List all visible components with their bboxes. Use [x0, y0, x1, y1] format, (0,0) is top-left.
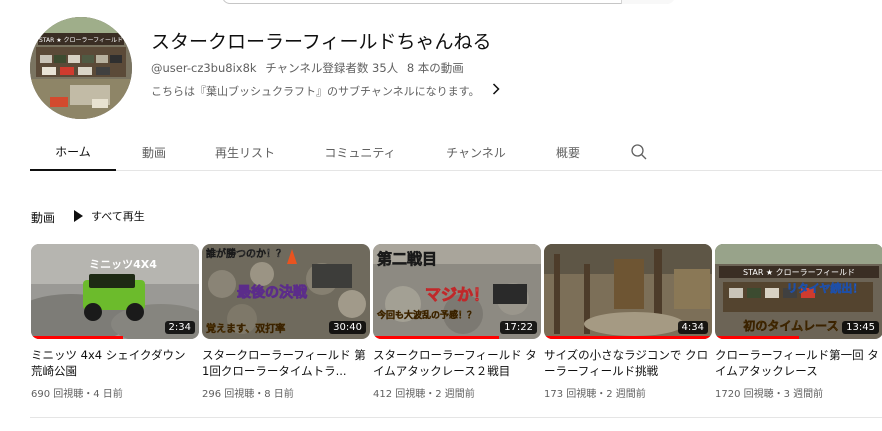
- search-bar[interactable]: [222, 0, 675, 4]
- thumbnail-caption: リタイヤ続出！: [787, 281, 864, 295]
- shelf-title: 動画: [31, 211, 56, 225]
- video-meta: 296 回視聴・8 日前: [202, 389, 294, 400]
- tab-videos[interactable]: 動画: [116, 133, 192, 171]
- video-meta: 173 回視聴・2 週間前: [544, 389, 646, 400]
- watch-progress: [715, 336, 799, 339]
- video-title[interactable]: スタークローラーフィールド タイムアタックレース２戦目: [373, 347, 541, 379]
- channel-handle: @user-cz3bu8ix8k: [151, 61, 257, 75]
- video-card[interactable]: ミニッツ4X4 2:34 ミニッツ 4x4 シェイクダウン 荒崎公園 690 回…: [31, 244, 199, 400]
- video-title[interactable]: サイズの小さなラジコンで クローラーフィールド挑戦: [544, 347, 712, 379]
- video-thumbnail[interactable]: STAR ★ クローラーフィールド リタイヤ続出！ 初のタイムレース 13:45: [715, 244, 882, 339]
- subscriber-count: チャンネル登録者数 35人: [265, 61, 399, 75]
- video-meta: 690 回視聴・4 日前: [31, 389, 123, 400]
- tab-home[interactable]: ホーム: [30, 133, 116, 171]
- thumbnail-caption: 初のタイムレース: [743, 318, 838, 333]
- thumbnail-caption: STAR ★ クローラーフィールド: [743, 268, 855, 277]
- video-meta: 1720 回視聴・3 週間前: [715, 389, 824, 400]
- thumbnail-caption: 覚えます、双打率: [206, 322, 285, 335]
- channel-avatar[interactable]: STAR ★ クローラーフィールド: [30, 17, 132, 119]
- video-thumbnail[interactable]: ミニッツ4X4 2:34: [31, 244, 199, 339]
- video-duration: 4:34: [677, 321, 708, 334]
- video-count: 8 本の動画: [406, 61, 464, 75]
- video-card[interactable]: 誰が勝つのか！？ 最後の決戦 覚えます、双打率 30:40 スタークローラーフィ…: [202, 244, 370, 400]
- tab-community[interactable]: コミュニティ: [298, 133, 422, 171]
- channel-description[interactable]: こちらは『葉山ブッシュクラフト』のサブチャンネルになります。: [151, 83, 500, 99]
- channel-description-text: こちらは『葉山ブッシュクラフト』のサブチャンネルになります。: [151, 85, 480, 98]
- video-title[interactable]: ミニッツ 4x4 シェイクダウン 荒崎公園: [31, 347, 199, 379]
- tab-channels[interactable]: チャンネル: [422, 133, 530, 171]
- video-title[interactable]: クローラーフィールド第一回 タイムアタックレース: [715, 347, 882, 379]
- thumbnail-caption: 誰が勝つのか！？: [206, 247, 286, 260]
- search-button[interactable]: [621, 0, 675, 4]
- tab-about[interactable]: 概要: [530, 133, 606, 171]
- search-icon[interactable]: [630, 143, 648, 161]
- avatar-banner-text: STAR ★ クローラーフィールド: [39, 37, 123, 44]
- video-thumbnail[interactable]: 第二戦目 マジか！ 今回も大波乱の予感！？ 17:22: [373, 244, 541, 339]
- video-duration: 13:45: [842, 321, 879, 334]
- play-icon: [74, 210, 83, 222]
- avatar-image: STAR ★ クローラーフィールド: [30, 17, 132, 119]
- thumbnail-caption: ミニッツ4X4: [89, 258, 157, 271]
- chevron-right-icon[interactable]: [492, 83, 500, 99]
- video-duration: 30:40: [329, 321, 366, 334]
- video-duration: 17:22: [500, 321, 537, 334]
- section-divider: [30, 417, 882, 418]
- tab-playlists[interactable]: 再生リスト: [192, 133, 298, 171]
- thumbnail-caption: マジか！: [425, 285, 489, 304]
- channel-title: スタークローラーフィールドちゃんねる: [151, 31, 492, 53]
- channel-meta: @user-cz3bu8ix8k チャンネル登録者数 35人 8 本の動画: [151, 60, 464, 76]
- watch-progress: [31, 336, 124, 339]
- video-title[interactable]: スタークローラーフィールド 第1回クローラータイムトラ...: [202, 347, 370, 379]
- video-duration: 2:34: [164, 321, 195, 334]
- play-all-button[interactable]: すべて再生: [74, 207, 145, 225]
- play-all-label: すべて再生: [91, 210, 145, 223]
- video-card[interactable]: 第二戦目 マジか！ 今回も大波乱の予感！？ 17:22 スタークローラーフィール…: [373, 244, 541, 400]
- video-card[interactable]: STAR ★ クローラーフィールド リタイヤ続出！ 初のタイムレース 13:45…: [715, 244, 882, 400]
- thumbnail-caption: 第二戦目: [377, 250, 437, 268]
- channel-tabs: ホーム 動画 再生リスト コミュニティ チャンネル 概要: [30, 133, 882, 171]
- video-thumbnail[interactable]: 誰が勝つのか！？ 最後の決戦 覚えます、双打率 30:40: [202, 244, 370, 339]
- video-thumbnail[interactable]: 4:34: [544, 244, 712, 339]
- thumbnail-caption: 今回も大波乱の予感！？: [376, 309, 476, 321]
- thumbnail-caption: 最後の決戦: [237, 284, 308, 301]
- video-meta: 412 回視聴・2 週間前: [373, 389, 475, 400]
- watch-progress: [373, 336, 499, 339]
- video-card[interactable]: 4:34 サイズの小さなラジコンで クローラーフィールド挑戦 173 回視聴・2…: [544, 244, 712, 400]
- watch-progress: [544, 336, 712, 339]
